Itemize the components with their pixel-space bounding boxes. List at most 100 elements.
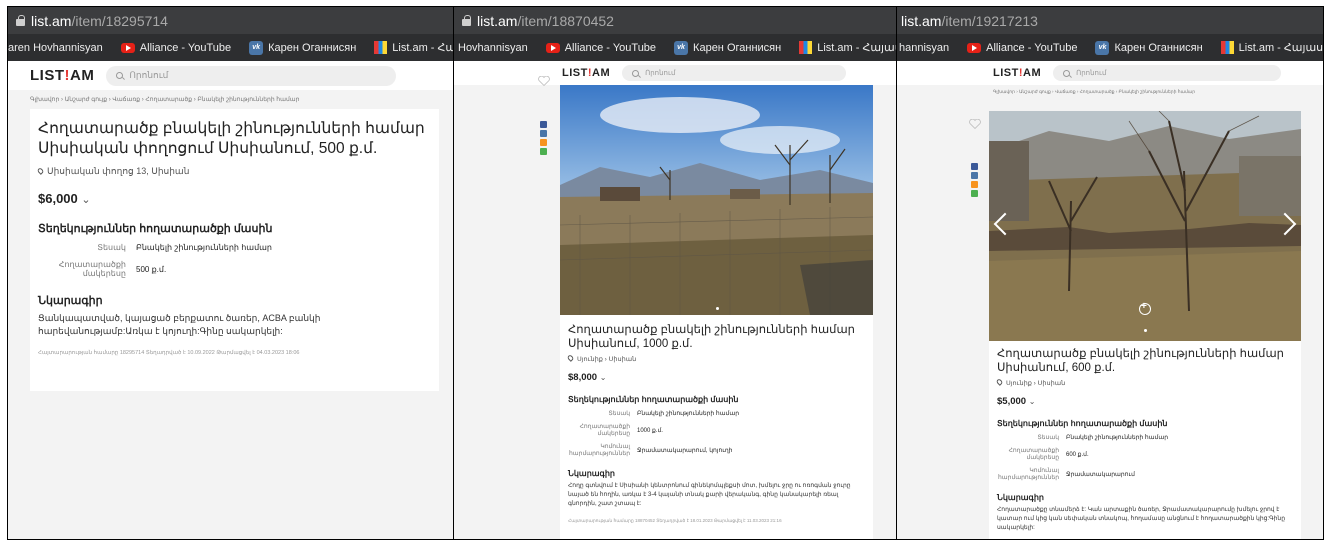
youtube-icon [967, 42, 982, 53]
favorite-heart-icon[interactable] [538, 76, 550, 86]
zoom-icon[interactable] [1139, 301, 1151, 315]
site-logo[interactable]: LIST!AM [993, 67, 1041, 79]
browser-panel-1: list.am/item/18295714 aren Hovhannisyan … [8, 7, 454, 539]
property-row: Հողատարածքի մակերեսը 600 ք.մ. [1008, 448, 1089, 461]
listam-page: LIST!AM Որոնում Գլխավոր › Անշարժ գույք ›… [897, 61, 1323, 539]
browser-panel-3: list.am/item/19217213 hannisyan Alliance… [897, 7, 1323, 539]
vk-share-icon[interactable] [971, 172, 978, 179]
chevron-down-icon: ⌄ [1028, 397, 1036, 406]
listam-page: LIST!AM Որոնում Հողատարածք բնակելի շինու… [454, 61, 896, 539]
vk-icon: vk [249, 40, 264, 55]
bookmark-item[interactable]: List.am - Հայաստան... [799, 41, 896, 54]
bookmarks-bar: aren Hovhannisyan Alliance - YouTube vk К… [8, 34, 453, 61]
property-row: Հողատարածքի մակերեսը 500 ք.մ. [58, 260, 167, 278]
site-header: LIST!AM Որոնում [454, 61, 896, 85]
landscape-photo-image [560, 85, 873, 315]
listing-price[interactable]: $8,000 ⌄ [568, 372, 865, 383]
location-pin-icon [995, 378, 1004, 386]
site-logo[interactable]: LIST!AM [562, 67, 610, 79]
listing-price[interactable]: $5,000 ⌄ [997, 396, 1293, 407]
odnoklassniki-icon[interactable] [540, 139, 547, 146]
bookmark-item[interactable]: vk Карен Оганнисян [674, 40, 790, 55]
lock-icon [16, 15, 25, 26]
info-heading: Տեղեկություններ հողատարածքի մասին [568, 395, 739, 404]
listam-page: LIST!AM Որոնում Գլխավոր › Անշարժ գույք ›… [8, 61, 453, 539]
address-bar[interactable]: list.am/item/19217213 [897, 7, 1323, 34]
location-pin-icon [36, 167, 45, 175]
listing-price[interactable]: $6,000 ⌄ [38, 191, 429, 206]
info-heading: Տեղեկություններ հողատարածքի մասին [38, 223, 273, 235]
address-bar[interactable]: list.am/item/18295714 [8, 7, 453, 34]
address-bar[interactable]: list.am/item/18870452 [454, 7, 896, 34]
site-header: LIST!AM Որոնում [8, 61, 453, 90]
facebook-icon[interactable] [971, 163, 978, 170]
listing-location[interactable]: Սյունիք › Սիսիան [566, 354, 865, 363]
description-text: Հողատարածքը տնամերձ է: Կան արտաքին ծառեր… [997, 507, 1286, 531]
bookmark-item[interactable]: vk Карен Оганнисян [249, 40, 365, 55]
url-host: list.am [477, 12, 518, 29]
odnoklassniki-icon[interactable] [971, 181, 978, 188]
description-heading: Նկարագիր [568, 469, 615, 478]
vk-icon: vk [1095, 40, 1110, 55]
youtube-icon [545, 42, 560, 53]
listing-location[interactable]: Սիսիական փողոց 13, Սիսիան [36, 166, 429, 177]
listing-card: Հողատարածք բնակելի շինությունների համար … [989, 341, 1301, 539]
description-heading: Նկարագիր [38, 295, 103, 307]
bookmark-item[interactable]: List.am - Հայաստան... [374, 41, 453, 54]
site-header: LIST!AM Որոնում [897, 61, 1323, 85]
vk-share-icon[interactable] [540, 130, 547, 137]
listing-location[interactable]: Սյունիք › Սիսիան [995, 378, 1293, 387]
bookmark-item[interactable]: aren Hovhannisyan [8, 42, 112, 54]
share-buttons [540, 121, 547, 155]
favorite-heart-icon[interactable] [969, 119, 981, 129]
facebook-icon[interactable] [540, 121, 547, 128]
search-input[interactable]: Որոնում [622, 65, 847, 81]
property-row: Կոմունալ հարմարություններ Ջրամատակարարում… [569, 444, 733, 457]
email-share-icon[interactable] [971, 190, 978, 197]
bookmark-item[interactable]: Alliance - YouTube [967, 42, 1086, 54]
listing-title: Հողատարածք բնակելի շինությունների համար … [38, 120, 425, 157]
breadcrumb[interactable]: Գլխավոր › Անշարժ գույք › Վաճառք › Հողատա… [30, 90, 439, 103]
vk-icon: vk [674, 40, 689, 55]
listing-photo[interactable] [560, 85, 873, 315]
property-row: Տեսակ Բնակելի շինությունների համար [97, 243, 272, 252]
listing-card: Հողատարածք բնակելի շինությունների համար … [560, 315, 873, 539]
chevron-down-icon: ⌄ [599, 373, 607, 382]
screenshot-grid: list.am/item/18295714 aren Hovhannisyan … [7, 6, 1324, 540]
chevron-down-icon: ⌄ [81, 194, 91, 206]
browser-panel-2: list.am/item/18870452 Hovhannisyan Allia… [454, 7, 897, 539]
bookmark-item[interactable]: Alliance - YouTube [545, 42, 665, 54]
search-input[interactable]: Որոնում [1053, 65, 1282, 81]
carousel-dot[interactable] [1144, 329, 1147, 332]
listing-title: Հողատարածք բնակելի շինությունների համար … [997, 348, 1284, 374]
bookmark-item[interactable]: vk Карен Оганнисян [1095, 40, 1211, 55]
search-icon [632, 69, 640, 77]
carousel-dot[interactable] [716, 307, 719, 310]
breadcrumb[interactable]: Գլխավոր › Անշարժ գույք › Վաճառք › Հողատա… [897, 85, 1323, 95]
description-heading: Նկարագիր [997, 493, 1044, 502]
bookmarks-bar: hannisyan Alliance - YouTube vk Карен Ога… [897, 34, 1323, 61]
listam-icon [374, 41, 388, 54]
property-row: Հողատարածքի մակերեսը 1000 ք.մ. [579, 424, 663, 437]
search-icon [1063, 69, 1071, 77]
listam-icon [799, 41, 813, 54]
listing-card: Հողատարածք բնակելի շինությունների համար … [30, 109, 439, 391]
listing-footer: Հայտարարության համարը 18295714 Տեղադրված… [38, 350, 300, 356]
lock-icon [462, 15, 471, 26]
search-icon [116, 72, 124, 79]
youtube-icon [120, 42, 135, 53]
bookmark-item[interactable]: Hovhannisyan [458, 42, 537, 54]
bookmark-item[interactable]: hannisyan [899, 42, 958, 54]
listing-photo[interactable] [989, 111, 1301, 341]
url-path: /item/18870452 [517, 12, 614, 29]
property-row: Տեսակ Բնակելի շինությունների համար [1037, 435, 1168, 441]
search-input[interactable]: Որոնում [106, 65, 397, 86]
bookmark-item[interactable]: List.am - Հայաստան... [1220, 41, 1323, 54]
site-logo[interactable]: LIST!AM [30, 67, 94, 84]
url-path: /item/18295714 [71, 12, 168, 29]
url-host: list.am [31, 12, 72, 29]
bookmark-item[interactable]: Alliance - YouTube [120, 42, 240, 54]
email-share-icon[interactable] [540, 148, 547, 155]
listam-icon [1220, 41, 1234, 54]
property-row: Կոմունալ հարմարություններ Ջրամատակարարում [998, 468, 1135, 481]
